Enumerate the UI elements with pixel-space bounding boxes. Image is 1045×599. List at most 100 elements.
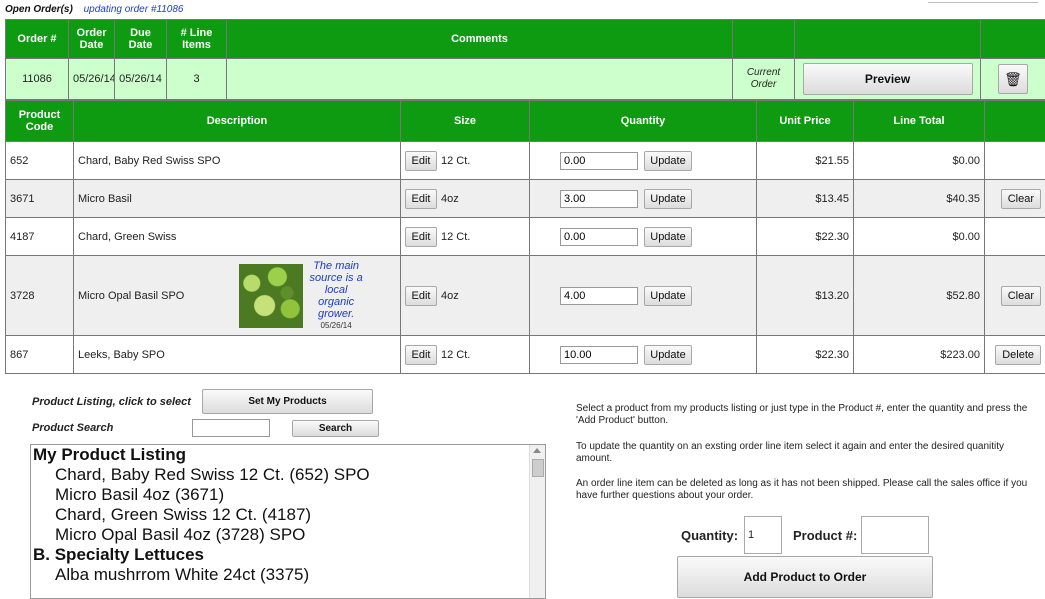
- order-comments: [226, 58, 733, 100]
- product-size: 4oz: [441, 289, 459, 302]
- product-description: Micro Opal Basil SPO: [78, 289, 185, 302]
- list-group-header: B. Specialty Lettuces: [33, 545, 205, 564]
- update-button[interactable]: Update: [644, 226, 692, 247]
- col-quantity: Quantity: [529, 100, 757, 142]
- unit-price: $13.45: [756, 179, 854, 218]
- table-row: 3728 Micro Opal Basil SPO The main sourc…: [5, 255, 1045, 336]
- product-code: 3728: [5, 255, 74, 336]
- product-size: 4oz: [441, 192, 459, 205]
- instruction-text: Select a product from my products listin…: [576, 403, 1028, 426]
- product-code: 652: [5, 141, 74, 180]
- order-date: 05/26/14: [68, 58, 115, 100]
- product-description: Micro Basil: [73, 179, 401, 218]
- col-delete-header: [980, 19, 1045, 59]
- col-comments: Comments: [226, 19, 733, 59]
- trash-icon: 🗑: [1004, 71, 1022, 87]
- update-button[interactable]: Update: [644, 344, 692, 365]
- add-quantity-input[interactable]: 1: [744, 516, 782, 554]
- product-number-label: Product #:: [793, 528, 858, 543]
- col-line-items: # Line Items: [166, 19, 227, 59]
- list-item[interactable]: Micro Basil 4oz (3671): [31, 485, 545, 505]
- open-orders-label: Open Order(s): [5, 4, 73, 15]
- row-action-cell: [984, 141, 1045, 180]
- line-total: $0.00: [853, 217, 985, 256]
- open-orders-header: Open Order(s) updating order #11086: [5, 4, 183, 15]
- col-actions: [984, 100, 1045, 142]
- col-preview-header: [794, 19, 981, 59]
- order-items-table: Product Code Description Size Quantity U…: [5, 100, 1045, 374]
- edit-button[interactable]: Edit: [405, 285, 437, 306]
- update-button[interactable]: Update: [644, 285, 692, 306]
- col-status-header: [732, 19, 795, 59]
- col-description: Description: [73, 100, 401, 142]
- update-button[interactable]: Update: [644, 188, 692, 209]
- line-total: $52.80: [853, 255, 985, 336]
- order-number: 11086: [5, 58, 69, 100]
- updating-order-label: updating order #11086: [83, 4, 184, 15]
- line-total: $223.00: [853, 335, 985, 374]
- row-action-cell: [984, 217, 1045, 256]
- delete-order-button[interactable]: 🗑: [998, 64, 1028, 94]
- product-note-date: 05/26/14: [320, 320, 352, 330]
- product-listbox[interactable]: My Product Listing Chard, Baby Red Swiss…: [30, 444, 546, 599]
- product-image: [239, 263, 304, 328]
- product-code: 4187: [5, 217, 74, 256]
- product-description: Chard, Green Swiss: [73, 217, 401, 256]
- col-order-date: Order Date: [68, 19, 115, 59]
- quantity-input[interactable]: [560, 227, 638, 246]
- quantity-input[interactable]: [560, 189, 638, 208]
- product-search-input[interactable]: [192, 419, 270, 437]
- scroll-thumb[interactable]: [532, 459, 544, 477]
- list-item[interactable]: Chard, Baby Red Swiss 12 Ct. (652) SPO: [31, 465, 545, 485]
- line-items-count: 3: [166, 58, 227, 100]
- col-order-number: Order #: [5, 19, 69, 59]
- product-note-text: The main source is a local organic growe…: [309, 259, 363, 320]
- col-line-total: Line Total: [853, 100, 985, 142]
- unit-price: $22.30: [756, 335, 854, 374]
- update-button[interactable]: Update: [644, 150, 692, 171]
- list-item[interactable]: Chard, Green Swiss 12 Ct. (4187): [31, 505, 545, 525]
- add-product-button[interactable]: Add Product to Order: [677, 556, 933, 598]
- table-row: 3671 Micro Basil Edit 4oz Update $13.45 $…: [5, 179, 1045, 218]
- line-total: $0.00: [853, 141, 985, 180]
- set-my-products-button[interactable]: Set My Products: [202, 389, 373, 414]
- product-note: The main source is a local organic growe…: [306, 260, 366, 332]
- list-item[interactable]: Alba mushrrom White 24ct (3375): [31, 565, 545, 585]
- order-table: Order # Order Date Due Date # Line Items…: [5, 19, 1045, 100]
- table-row: 4187 Chard, Green Swiss Edit 12 Ct. Updat…: [5, 217, 1045, 256]
- preview-button[interactable]: Preview: [802, 63, 973, 95]
- product-description: Leeks, Baby SPO: [73, 335, 401, 374]
- edit-button[interactable]: Edit: [405, 150, 437, 171]
- product-size: 12 Ct.: [441, 154, 471, 167]
- listbox-scrollbar[interactable]: [529, 445, 545, 598]
- product-size: 12 Ct.: [441, 230, 471, 243]
- list-group-header: My Product Listing: [33, 445, 186, 464]
- col-due-date: Due Date: [114, 19, 167, 59]
- edit-button[interactable]: Edit: [405, 344, 437, 365]
- product-code: 3671: [5, 179, 74, 218]
- clear-button[interactable]: Clear: [1000, 188, 1041, 209]
- product-listing-label: Product Listing, click to select: [32, 396, 191, 408]
- product-search-label: Product Search: [32, 422, 114, 434]
- order-status: Current Order: [732, 58, 795, 100]
- edit-button[interactable]: Edit: [405, 226, 437, 247]
- product-number-input[interactable]: [861, 516, 929, 554]
- scroll-up-icon[interactable]: [533, 448, 541, 453]
- col-product-code: Product Code: [5, 100, 74, 142]
- list-item[interactable]: Micro Opal Basil 4oz (3728) SPO: [31, 525, 545, 545]
- clear-button[interactable]: Clear: [1000, 285, 1041, 306]
- search-button[interactable]: Search: [292, 420, 379, 437]
- unit-price: $22.30: [756, 217, 854, 256]
- edit-button[interactable]: Edit: [405, 188, 437, 209]
- product-size: 12 Ct.: [441, 348, 471, 361]
- quantity-input[interactable]: [560, 286, 638, 305]
- instruction-text: An order line item can be deleted as lon…: [576, 478, 1028, 501]
- delete-button[interactable]: Delete: [995, 344, 1041, 365]
- order-row[interactable]: 11086 05/26/14 05/26/14 3 Current Order …: [5, 58, 1045, 100]
- unit-price: $21.55: [756, 141, 854, 180]
- col-unit-price: Unit Price: [756, 100, 854, 142]
- col-size: Size: [400, 100, 530, 142]
- table-row: 652 Chard, Baby Red Swiss SPO Edit 12 Ct.…: [5, 141, 1045, 180]
- quantity-input[interactable]: [560, 345, 638, 364]
- quantity-input[interactable]: [560, 151, 638, 170]
